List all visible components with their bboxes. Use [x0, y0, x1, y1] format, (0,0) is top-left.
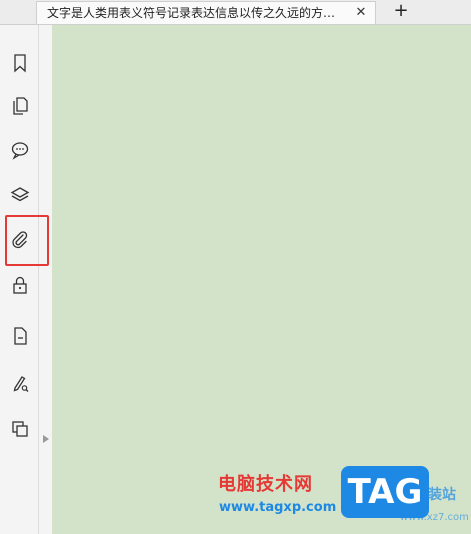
bookmark-icon[interactable]	[6, 49, 34, 77]
watermark-site-name: 电脑技术网	[218, 474, 313, 495]
compare-icon[interactable]	[6, 415, 34, 443]
left-sidebar	[0, 25, 49, 534]
watermark-url: www.tagxp.com	[219, 500, 337, 515]
watermark-badge: TAG	[341, 466, 429, 518]
document-icon[interactable]	[6, 322, 34, 350]
attachment-highlight-box	[5, 215, 49, 266]
document-tab[interactable]: 文字是人类用表义符号记录表达信息以传之久远的方… ✕	[36, 1, 376, 24]
layers-icon[interactable]	[6, 181, 34, 209]
watermark-side-url: www.xz7.com	[400, 512, 469, 523]
document-viewer[interactable]	[52, 25, 471, 534]
lock-icon[interactable]	[6, 271, 34, 299]
watermark-side-text: 装站	[428, 487, 456, 503]
pages-icon[interactable]	[6, 92, 34, 120]
collapse-arrow-icon[interactable]	[42, 434, 50, 444]
tab-bar: 文字是人类用表义符号记录表达信息以传之久远的方… ✕ +	[0, 0, 471, 25]
comment-icon[interactable]	[6, 136, 34, 164]
close-icon[interactable]: ✕	[353, 5, 369, 21]
plus-icon[interactable]: +	[390, 1, 412, 23]
tab-title: 文字是人类用表义符号记录表达信息以传之久远的方…	[47, 6, 336, 20]
sign-icon[interactable]	[6, 369, 34, 397]
